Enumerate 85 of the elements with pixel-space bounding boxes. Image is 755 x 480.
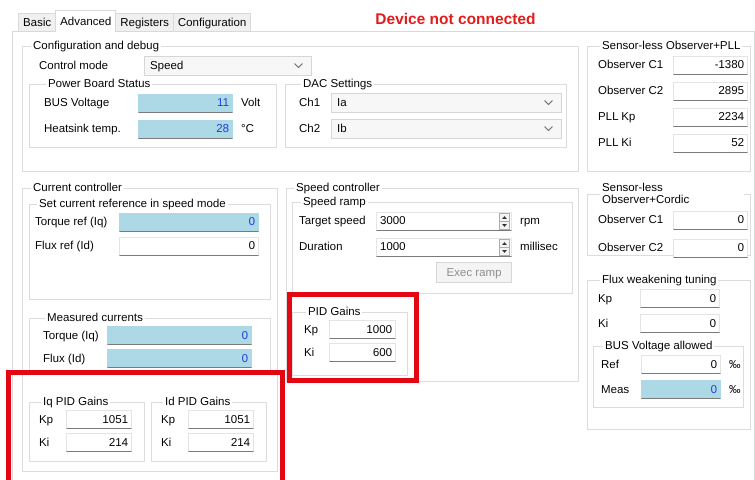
field-label: Ki [304, 346, 316, 358]
field-label: Observer C2 [598, 85, 664, 97]
number-field[interactable]: 0 [641, 355, 721, 374]
number-field[interactable]: 0 [119, 236, 259, 256]
field-label: Heatsink temp. [44, 123, 122, 135]
number-field[interactable]: 600 [329, 343, 396, 362]
field-label: Ki [598, 318, 610, 330]
field-label: Kp [598, 292, 614, 304]
field-label: Kp [39, 414, 54, 426]
group-title: Sensor-less Observer+PLL [601, 40, 742, 52]
number-field[interactable]: 0 [673, 210, 748, 230]
dropdown[interactable]: Speed [144, 56, 312, 76]
field-label: Ch1 [299, 97, 322, 109]
chevron-icon [544, 100, 553, 106]
field-label: Torque ref (Iq) [35, 216, 108, 228]
field-label: Observer C1 [598, 214, 664, 226]
spin-field[interactable]: 1000 [376, 238, 512, 256]
field-label: Flux (Id) [43, 352, 86, 364]
field-label: Meas [601, 384, 630, 396]
group-title: BUS Voltage allowed [604, 340, 714, 352]
tab[interactable]: Advanced [55, 10, 116, 32]
field-label: Kp [304, 324, 320, 336]
field-label: Control mode [39, 60, 110, 72]
group-title: Iq PID Gains [42, 396, 110, 408]
field-label: PLL Kp [598, 111, 636, 123]
dropdown[interactable]: Ib [331, 119, 562, 139]
number-field[interactable]: 0 [107, 326, 252, 345]
field-label: Ch2 [299, 123, 322, 135]
number-field[interactable]: 1000 [329, 320, 396, 339]
field-label: Kp [161, 414, 176, 426]
field-label: Ref [601, 358, 620, 370]
number-field[interactable]: 0 [107, 349, 252, 368]
spin-buttons-icon[interactable] [499, 238, 510, 256]
number-field[interactable]: 0 [640, 314, 720, 333]
connection-status: Device not connected [375, 10, 536, 28]
field-label: Observer C1 [598, 59, 664, 71]
tab[interactable]: Registers [115, 13, 174, 31]
number-field[interactable]: 11 [138, 94, 233, 112]
group-title: Configuration and debug [32, 40, 160, 52]
field-label: Target speed [299, 215, 366, 227]
group-title: Sensor-less Observer+Cordic [601, 182, 690, 206]
field-label: Ki [39, 436, 50, 448]
unit-label: ‰ [729, 358, 740, 370]
group-title: Flux weakening tuning [601, 274, 718, 286]
number-field[interactable]: 214 [188, 433, 254, 452]
group-title: Current controller [32, 182, 123, 194]
number-field[interactable]: 0 [640, 289, 720, 308]
number-field[interactable]: 1051 [188, 410, 254, 429]
number-field[interactable]: 0 [673, 238, 748, 258]
number-field[interactable]: 214 [66, 433, 132, 452]
number-field[interactable]: 2895 [673, 82, 748, 100]
group-title: Power Board Status [47, 78, 152, 90]
spin-field[interactable]: 3000 [376, 212, 512, 230]
chevron-icon [544, 126, 553, 132]
dropdown[interactable]: Ia [331, 93, 562, 113]
number-field[interactable]: 0 [641, 380, 721, 399]
group-title: DAC Settings [302, 78, 374, 90]
number-field[interactable]: 28 [138, 120, 233, 138]
number-field[interactable]: -1380 [673, 56, 748, 74]
field-label: PLL Ki [598, 137, 632, 149]
field-label: Observer C2 [598, 242, 664, 254]
unit-label: ‰ [729, 384, 740, 396]
group-title: Id PID Gains [164, 396, 232, 408]
tab[interactable]: Configuration [172, 13, 252, 31]
group-title: Speed ramp [302, 196, 367, 208]
number-field[interactable]: 52 [673, 134, 748, 152]
field-label: BUS Voltage [44, 97, 110, 109]
field-label: Duration [299, 241, 344, 253]
group-title: PID Gains [307, 306, 362, 318]
tab[interactable]: Basic [18, 13, 56, 31]
number-field[interactable]: 1051 [66, 410, 132, 429]
number-field[interactable]: 0 [119, 212, 259, 232]
unit-label: rpm [520, 215, 540, 227]
number-field[interactable]: 2234 [673, 108, 748, 126]
unit-label: millisec [520, 241, 558, 253]
field-label: Ki [161, 436, 172, 448]
chevron-icon [294, 63, 303, 69]
spin-buttons-icon[interactable] [499, 212, 510, 230]
unit-label: Volt [241, 97, 260, 109]
field-label: Flux ref (Id) [35, 240, 95, 252]
group-title: Speed controller [295, 182, 381, 194]
group-title: Measured currents [46, 312, 144, 324]
field-label: Torque (Iq) [43, 330, 100, 342]
unit-label: °C [241, 123, 254, 135]
group-title: Set current reference in speed mode [38, 198, 227, 210]
